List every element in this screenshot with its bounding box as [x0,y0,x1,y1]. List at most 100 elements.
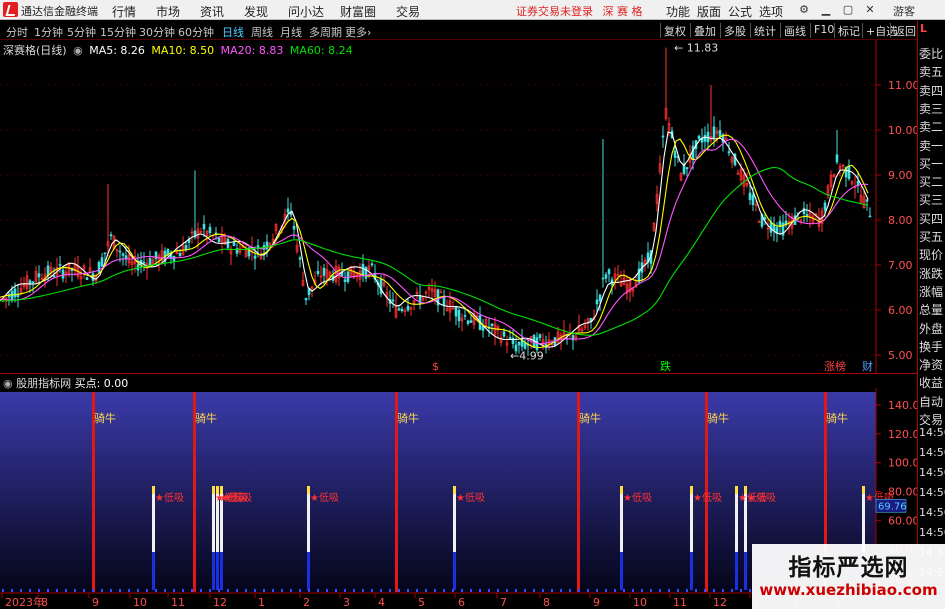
period-monthly[interactable]: 月线 [280,24,302,40]
btn-stats[interactable]: 统计 [750,23,779,38]
event-marker[interactable]: 涨榜 [824,359,846,373]
sidebar-item[interactable]: 净资 [919,356,945,373]
sidebar-item[interactable]: 卖五 [919,63,945,80]
sidebar-item[interactable]: 外盘 [919,320,945,337]
price-chart[interactable]: 11.00 10.00 9.00 8.00 7.00 6.00 5.00 ← 11.83 ←4.… [0,40,917,373]
baseline-tick [749,589,751,592]
menu-options[interactable]: 选项 [759,3,783,20]
menu-function[interactable]: 功能 [666,3,690,20]
settings-icon[interactable]: ⚙ [795,1,813,18]
period-weekly[interactable]: 周线 [251,24,273,40]
low-signal-star-icon: ★ [310,493,319,504]
period-30min[interactable]: 30分钟 [139,24,175,40]
sidebar-item[interactable]: 14:56 [919,526,945,539]
baseline-tick [29,589,31,592]
menu-trade[interactable]: 交易 [396,3,420,20]
x-axis-label: 9 [593,596,600,609]
sidebar-item[interactable]: 涨幅 [919,283,945,300]
candle-body [379,278,383,294]
period-more[interactable]: 更多› [345,24,371,40]
baseline-tick [254,589,256,592]
sidebar-item[interactable]: 收益 [919,374,945,391]
sidebar-item[interactable]: 涨跌 [919,265,945,282]
candle-body [868,215,872,218]
price-tick-label: 6.00 [888,304,913,317]
sidebar-item[interactable]: 总量 [919,301,945,318]
sidebar-item[interactable]: 自动 [919,393,945,410]
sidebar-item[interactable]: 14:56 [919,446,945,459]
low-signal-star-icon: ★ [456,493,465,504]
signal-top-label: 骑牛 [707,411,729,425]
sidebar-item[interactable]: 买五 [919,228,945,245]
close-icon[interactable]: ✕ [861,1,879,18]
btn-overlay[interactable]: 叠加 [690,23,719,38]
btn-adjust[interactable]: 复权 [660,23,689,38]
sidebar-item[interactable]: 委比 [919,45,945,62]
x-axis-label: 9 [92,596,99,609]
candle-body [208,226,212,233]
low-signal-base [735,552,738,590]
sidebar-item[interactable]: 买二 [919,173,945,190]
sidebar-item[interactable]: 买三 [919,191,945,208]
candle-body [232,242,236,246]
baseline-tick [38,589,40,592]
sidebar-item[interactable]: 14:56 [919,466,945,479]
btn-multi-stock[interactable]: 多股 [720,23,749,38]
menu-discover[interactable]: 发现 [244,3,268,20]
x-axis-label: 12 [713,596,727,609]
baseline-tick [641,589,643,592]
sidebar-item[interactable]: 买四 [919,210,945,227]
candle-body [61,269,65,279]
sidebar-item[interactable]: 卖二 [919,118,945,135]
current-stock-name: 深 赛 格 [602,5,643,18]
indicator-tick-label: 140.00 [888,399,917,412]
sidebar-item[interactable]: 换手 [919,338,945,355]
menu-quotes[interactable]: 行情 [112,3,136,20]
period-5min[interactable]: 5分钟 [67,24,96,40]
sidebar-item[interactable]: 14:56 [919,426,945,439]
sidebar-item[interactable]: 卖一 [919,137,945,154]
sidebar-item[interactable]: 现价 [919,246,945,263]
period-60min[interactable]: 60分钟 [178,24,214,40]
candle-body [772,224,776,232]
candle-body [601,277,605,280]
btn-draw[interactable]: 画线 [780,23,809,38]
baseline-tick [434,589,436,592]
period-daily[interactable]: 日线 [222,24,244,40]
menu-layout[interactable]: 版面 [697,3,721,20]
sidebar-item[interactable]: 买一 [919,155,945,172]
sidebar-item[interactable]: 卖三 [919,100,945,117]
period-more-label: 更多 [345,26,367,39]
candle-body [748,192,752,200]
period-intraday[interactable]: 分时 [6,24,28,40]
btn-mark[interactable]: 标记 [834,23,863,38]
menu-market[interactable]: 市场 [156,3,180,20]
btn-back[interactable]: 返回 [890,23,919,38]
candle-body [835,154,839,163]
sidebar-item[interactable]: 14:56 [919,506,945,519]
event-marker[interactable]: 跌 [660,359,671,373]
period-multi[interactable]: 多周期 [309,24,342,40]
menu-formula[interactable]: 公式 [728,3,752,20]
event-marker[interactable]: $ [432,360,439,373]
period-1min[interactable]: 1分钟 [34,24,63,40]
minimize-icon[interactable]: ▁ [817,1,835,18]
low-signal-star-icon: ★ [747,493,756,504]
baseline-tick [245,589,247,592]
sidebar-item[interactable]: 14:56 [919,486,945,499]
menu-news[interactable]: 资讯 [200,3,224,20]
maximize-icon[interactable]: ▢ [839,1,857,18]
menu-ask[interactable]: 问小达 [288,3,324,20]
low-signal-label: 低吸 [164,491,184,504]
candle-body [457,310,461,322]
baseline-tick [281,589,283,592]
menu-wealth-circle[interactable]: 财富圈 [340,3,376,20]
sidebar-item[interactable]: 卖四 [919,82,945,99]
low-signal-star-icon: ★ [155,493,164,504]
candle-body [217,237,221,242]
baseline-tick [722,589,724,592]
event-marker[interactable]: 财 [862,359,873,373]
period-15min[interactable]: 15分钟 [100,24,136,40]
guest-label[interactable]: 游客 [893,3,915,19]
candle-body [118,250,122,253]
